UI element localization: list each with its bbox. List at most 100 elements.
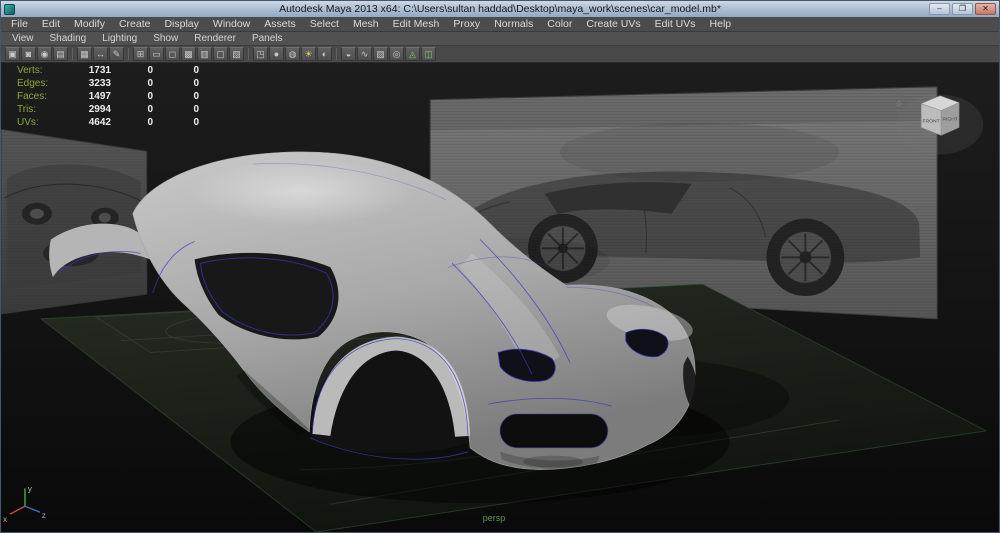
viewcube-right-label: RIGHT xyxy=(942,117,958,123)
hud-value: 3233 xyxy=(63,77,111,90)
menu-edit-uvs[interactable]: Edit UVs xyxy=(648,17,703,31)
toolbar-separator xyxy=(72,48,73,60)
menu-normals[interactable]: Normals xyxy=(487,17,540,31)
menu-select[interactable]: Select xyxy=(303,17,346,31)
viewcube-front-label: FRONT xyxy=(923,119,940,125)
hud-label: Tris: xyxy=(17,103,63,116)
resolution-gate-icon[interactable]: ◻ xyxy=(165,47,180,61)
menu-mesh[interactable]: Mesh xyxy=(346,17,386,31)
xray-icon[interactable]: ◫ xyxy=(421,47,436,61)
image-plane-front[interactable] xyxy=(1,129,147,313)
safe-title-icon[interactable]: ▧ xyxy=(229,47,244,61)
hud-value: 0 xyxy=(111,77,153,90)
panel-menu-show[interactable]: Show xyxy=(145,33,186,44)
hud-value: 1497 xyxy=(63,90,111,103)
motion-blur-icon[interactable]: ∿ xyxy=(357,47,372,61)
menu-display[interactable]: Display xyxy=(157,17,205,31)
textured-icon[interactable]: ◍ xyxy=(285,47,300,61)
axis-z-label: z xyxy=(42,511,46,520)
hud-value: 1731 xyxy=(63,64,111,77)
toolbar-separator xyxy=(248,48,249,60)
menu-create-uvs[interactable]: Create UVs xyxy=(579,17,647,31)
axis-x-label: x xyxy=(3,515,7,524)
hud-value: 0 xyxy=(111,116,153,129)
hud-value: 4642 xyxy=(63,116,111,129)
isolate-select-icon[interactable]: ◬ xyxy=(405,47,420,61)
hud-value: 0 xyxy=(153,116,199,129)
hud-value: 0 xyxy=(111,64,153,77)
menu-assets[interactable]: Assets xyxy=(257,17,303,31)
hud-row-uvs: UVs: 4642 0 0 xyxy=(17,116,199,129)
menu-proxy[interactable]: Proxy xyxy=(446,17,487,31)
grease-pencil-icon[interactable]: ✎ xyxy=(109,47,124,61)
maya-window: Autodesk Maya 2013 x64: C:\Users\sultan … xyxy=(0,0,1000,533)
toolbar-separator xyxy=(128,48,129,60)
window-title: Autodesk Maya 2013 x64: C:\Users\sultan … xyxy=(1,3,999,15)
hud-row-edges: Edges: 3233 0 0 xyxy=(17,77,199,90)
hud-value: 0 xyxy=(153,64,199,77)
shadows-icon[interactable]: ◐ xyxy=(317,47,332,61)
hud-value: 0 xyxy=(153,103,199,116)
menu-color[interactable]: Color xyxy=(540,17,579,31)
panel-menu-renderer[interactable]: Renderer xyxy=(186,33,244,44)
pan-zoom-icon[interactable]: ↔ xyxy=(93,47,108,61)
hud-row-verts: Verts: 1731 0 0 xyxy=(17,64,199,77)
grid-icon[interactable]: ⊞ xyxy=(133,47,148,61)
gate-mask-icon[interactable]: ▩ xyxy=(181,47,196,61)
close-button[interactable]: ✕ xyxy=(975,3,996,15)
hud-value: 2994 xyxy=(63,103,111,116)
home-icon[interactable]: ⌂ xyxy=(896,99,901,108)
hud-value: 0 xyxy=(153,77,199,90)
hud-label: Edges: xyxy=(17,77,63,90)
panel-menu-view[interactable]: View xyxy=(4,33,42,44)
wireframe-icon[interactable]: ◳ xyxy=(253,47,268,61)
select-camera-icon[interactable]: ▣ xyxy=(5,47,20,61)
film-gate-icon[interactable]: ▭ xyxy=(149,47,164,61)
hud-row-tris: Tris: 2994 0 0 xyxy=(17,103,199,116)
menu-edit-mesh[interactable]: Edit Mesh xyxy=(386,17,447,31)
menu-window[interactable]: Window xyxy=(206,17,257,31)
maya-app-icon xyxy=(4,4,15,15)
main-menubar: File Edit Modify Create Display Window A… xyxy=(1,17,999,32)
hud-value: 0 xyxy=(111,103,153,116)
lights-icon[interactable]: ☀ xyxy=(301,47,316,61)
depth-of-field-icon[interactable]: ◎ xyxy=(389,47,404,61)
title-bar: Autodesk Maya 2013 x64: C:\Users\sultan … xyxy=(1,1,999,17)
shaded-icon[interactable]: ● xyxy=(269,47,284,61)
panel-menubar: View Shading Lighting Show Renderer Pane… xyxy=(1,32,999,46)
menu-edit[interactable]: Edit xyxy=(35,17,67,31)
bookmarks-icon[interactable]: ▤ xyxy=(53,47,68,61)
panel-toolbar: ▣ ◙ ◉ ▤ ▦ ↔ ✎ ⊞ ▭ ◻ ▩ ▥ ▢ ▧ ◳ ● ◍ ☀ ◐ ◒ … xyxy=(1,46,999,63)
hud-label: Faces: xyxy=(17,90,63,103)
poly-count-hud: Verts: 1731 0 0 Edges: 3233 0 0 Faces: 1… xyxy=(17,64,199,129)
lock-camera-icon[interactable]: ◙ xyxy=(21,47,36,61)
front-intake xyxy=(500,414,608,448)
screen-ao-icon[interactable]: ◒ xyxy=(341,47,356,61)
image-plane-icon[interactable]: ▦ xyxy=(77,47,92,61)
menu-modify[interactable]: Modify xyxy=(67,17,112,31)
menu-file[interactable]: File xyxy=(4,17,35,31)
panel-menu-panels[interactable]: Panels xyxy=(244,33,291,44)
toolbar-separator xyxy=(336,48,337,60)
camera-label: persp xyxy=(483,513,505,523)
camera-attributes-icon[interactable]: ◉ xyxy=(37,47,52,61)
minimize-button[interactable]: – xyxy=(929,3,950,15)
axis-y-label: y xyxy=(28,484,32,493)
hud-label: UVs: xyxy=(17,116,63,129)
hud-label: Verts: xyxy=(17,64,63,77)
menu-create[interactable]: Create xyxy=(112,17,158,31)
viewcube[interactable]: FRONT RIGHT ⌂ xyxy=(896,95,983,154)
window-controls: – ❐ ✕ xyxy=(929,3,996,15)
safe-action-icon[interactable]: ▢ xyxy=(213,47,228,61)
menu-help[interactable]: Help xyxy=(703,17,739,31)
hud-value: 0 xyxy=(153,90,199,103)
hud-value: 0 xyxy=(111,90,153,103)
hud-row-faces: Faces: 1497 0 0 xyxy=(17,90,199,103)
maximize-button[interactable]: ❐ xyxy=(952,3,973,15)
perspective-viewport[interactable]: Verts: 1731 0 0 Edges: 3233 0 0 Faces: 1… xyxy=(1,63,999,532)
field-chart-icon[interactable]: ▥ xyxy=(197,47,212,61)
panel-menu-lighting[interactable]: Lighting xyxy=(94,33,145,44)
multisample-icon[interactable]: ▨ xyxy=(373,47,388,61)
panel-menu-shading[interactable]: Shading xyxy=(42,33,95,44)
viewport-canvas[interactable]: FRONT RIGHT ⌂ y x z persp xyxy=(1,63,999,532)
